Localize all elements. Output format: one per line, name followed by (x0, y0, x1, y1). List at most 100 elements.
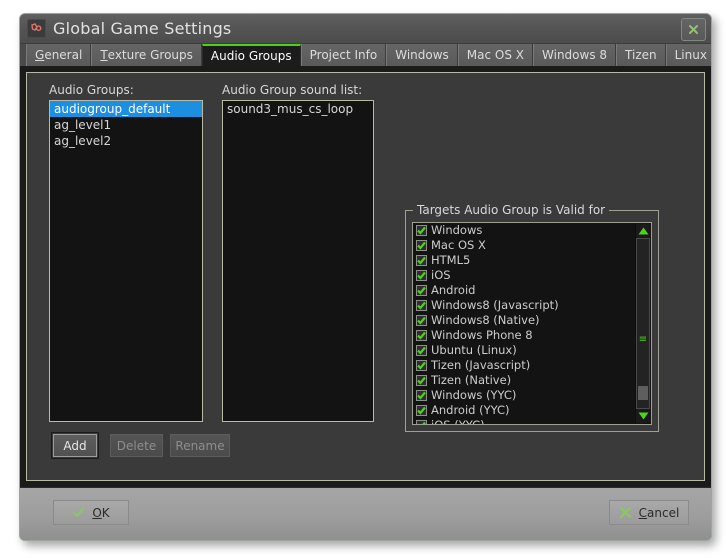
global-game-settings-window: Global Game Settings General Texture Gro… (19, 13, 712, 541)
check-icon (73, 507, 85, 518)
audio-groups-listbox[interactable]: audiogroup_default ag_level1 ag_level2 (49, 100, 203, 422)
checkbox-checked-icon[interactable] (416, 255, 427, 266)
target-label: Windows8 (Javascript) (431, 298, 559, 312)
ok-button[interactable]: OK (53, 500, 129, 525)
audio-groups-label: Audio Groups: (49, 83, 134, 97)
target-row-ios-yyc[interactable]: iOS (YYC) (413, 418, 651, 425)
tab-general-accel: G (35, 48, 45, 62)
checkbox-checked-icon[interactable] (416, 360, 427, 371)
target-label: Android (YYC) (431, 403, 510, 417)
target-row-windows8-javascript[interactable]: Windows8 (Javascript) (413, 298, 651, 313)
tab-general-label: eneral (44, 48, 83, 62)
target-label: Windows Phone 8 (431, 328, 533, 342)
target-label: iOS (YYC) (431, 418, 485, 425)
targets-vertical-scrollbar[interactable]: ≡ (635, 224, 650, 423)
tab-windows-label: Windows (395, 48, 449, 62)
checkbox-checked-icon[interactable] (416, 420, 427, 424)
cancel-button-label: Cancel (638, 505, 680, 520)
targets-checklist[interactable]: Windows Mac OS X HTML5 iOS Android Windo… (412, 222, 652, 425)
tab-project-info[interactable]: Project Info (300, 44, 387, 66)
checkbox-checked-icon[interactable] (416, 345, 427, 356)
title-bar: Global Game Settings (20, 14, 711, 44)
checkbox-checked-icon[interactable] (416, 405, 427, 416)
checkbox-checked-icon[interactable] (416, 330, 427, 341)
target-label: Tizen (Javascript) (431, 358, 531, 372)
target-label: Windows8 (Native) (431, 313, 540, 327)
close-button[interactable] (681, 18, 706, 41)
delete-button[interactable]: Delete (110, 434, 163, 457)
target-row-mac-os-x[interactable]: Mac OS X (413, 238, 651, 253)
tab-windows[interactable]: Windows (386, 44, 458, 66)
target-row-windows8-native[interactable]: Windows8 (Native) (413, 313, 651, 328)
target-label: Mac OS X (431, 238, 486, 252)
tab-project-info-label: Project Info (309, 48, 378, 62)
tab-audio-groups-label: Audio Groups (210, 49, 292, 63)
checkbox-checked-icon[interactable] (416, 300, 427, 311)
target-row-ios[interactable]: iOS (413, 268, 651, 283)
target-row-windows-yyc[interactable]: Windows (YYC) (413, 388, 651, 403)
tab-windows-8[interactable]: Windows 8 (533, 44, 617, 66)
sound-list-listbox[interactable]: sound3_mus_cs_loop (222, 100, 374, 422)
tab-mac-os-x[interactable]: Mac OS X (457, 44, 534, 66)
tab-general[interactable]: General (26, 44, 92, 66)
checkbox-checked-icon[interactable] (416, 225, 427, 236)
target-label: Ubuntu (Linux) (431, 343, 517, 357)
scrollbar-grip-icon: ≡ (638, 334, 648, 345)
target-label: Tizen (Native) (431, 373, 512, 387)
sound-list-label: Audio Group sound list: (222, 83, 363, 97)
target-row-html5[interactable]: HTML5 (413, 253, 651, 268)
scroll-down-arrow-icon[interactable] (636, 409, 650, 423)
targets-groupbox: Targets Audio Group is Valid for Windows (405, 203, 659, 432)
target-label: HTML5 (431, 253, 471, 267)
rename-button[interactable]: Rename (170, 434, 230, 457)
tab-texture-groups-label: exture Groups (107, 48, 193, 62)
target-row-android[interactable]: Android (413, 283, 651, 298)
tab-texture-groups-accel: T (100, 48, 108, 62)
target-row-tizen-native[interactable]: Tizen (Native) (413, 373, 651, 388)
target-label: Windows (YYC) (431, 388, 517, 402)
audio-groups-panel: Audio Groups: Audio Group sound list: au… (26, 72, 705, 481)
gamemaker-logo-icon (27, 19, 46, 38)
tab-mac-os-x-label: Mac OS X (466, 48, 525, 62)
target-row-tizen-javascript[interactable]: Tizen (Javascript) (413, 358, 651, 373)
tab-tizen-label: Tizen (625, 48, 657, 62)
cancel-accel: C (638, 505, 648, 520)
target-label: iOS (431, 268, 451, 282)
tab-bar[interactable]: General Texture Groups Audio Groups Proj… (20, 44, 711, 66)
list-item[interactable]: sound3_mus_cs_loop (223, 101, 373, 117)
target-row-android-yyc[interactable]: Android (YYC) (413, 403, 651, 418)
screenshot-root: Global Game Settings General Texture Gro… (0, 0, 726, 558)
list-item[interactable]: ag_level2 (50, 133, 202, 149)
dialog-footer: OK Cancel (20, 487, 711, 540)
target-row-ubuntu-linux[interactable]: Ubuntu (Linux) (413, 343, 651, 358)
window-title: Global Game Settings (53, 19, 232, 38)
target-label: Android (431, 283, 476, 297)
checkbox-checked-icon[interactable] (416, 315, 427, 326)
checkbox-checked-icon[interactable] (416, 270, 427, 281)
tab-texture-groups[interactable]: Texture Groups (91, 44, 202, 66)
list-item[interactable]: ag_level1 (50, 117, 202, 133)
checkbox-checked-icon[interactable] (416, 390, 427, 401)
scrollbar-track[interactable]: ≡ (636, 238, 650, 409)
scrollbar-thumb[interactable] (638, 386, 648, 400)
tab-audio-groups[interactable]: Audio Groups (201, 44, 301, 66)
tab-windows-8-label: Windows 8 (542, 48, 608, 62)
checkbox-checked-icon[interactable] (416, 375, 427, 386)
add-button[interactable]: Add (51, 432, 99, 459)
target-row-windows-phone-8[interactable]: Windows Phone 8 (413, 328, 651, 343)
cancel-button[interactable]: Cancel (609, 500, 689, 525)
tab-linux[interactable]: Linux (665, 44, 711, 66)
tab-linux-label: Linux (674, 48, 707, 62)
close-icon (689, 25, 698, 34)
cross-icon (619, 506, 631, 519)
targets-groupbox-title: Targets Audio Group is Valid for (413, 203, 610, 217)
checkbox-checked-icon[interactable] (416, 285, 427, 296)
ok-accel: O (92, 505, 102, 520)
target-row-windows[interactable]: Windows (413, 223, 651, 238)
tab-tizen[interactable]: Tizen (616, 44, 666, 66)
target-label: Windows (431, 223, 483, 237)
ok-button-label: OK (92, 505, 110, 520)
scroll-up-arrow-icon[interactable] (636, 224, 650, 238)
list-item[interactable]: audiogroup_default (50, 101, 202, 117)
checkbox-checked-icon[interactable] (416, 240, 427, 251)
